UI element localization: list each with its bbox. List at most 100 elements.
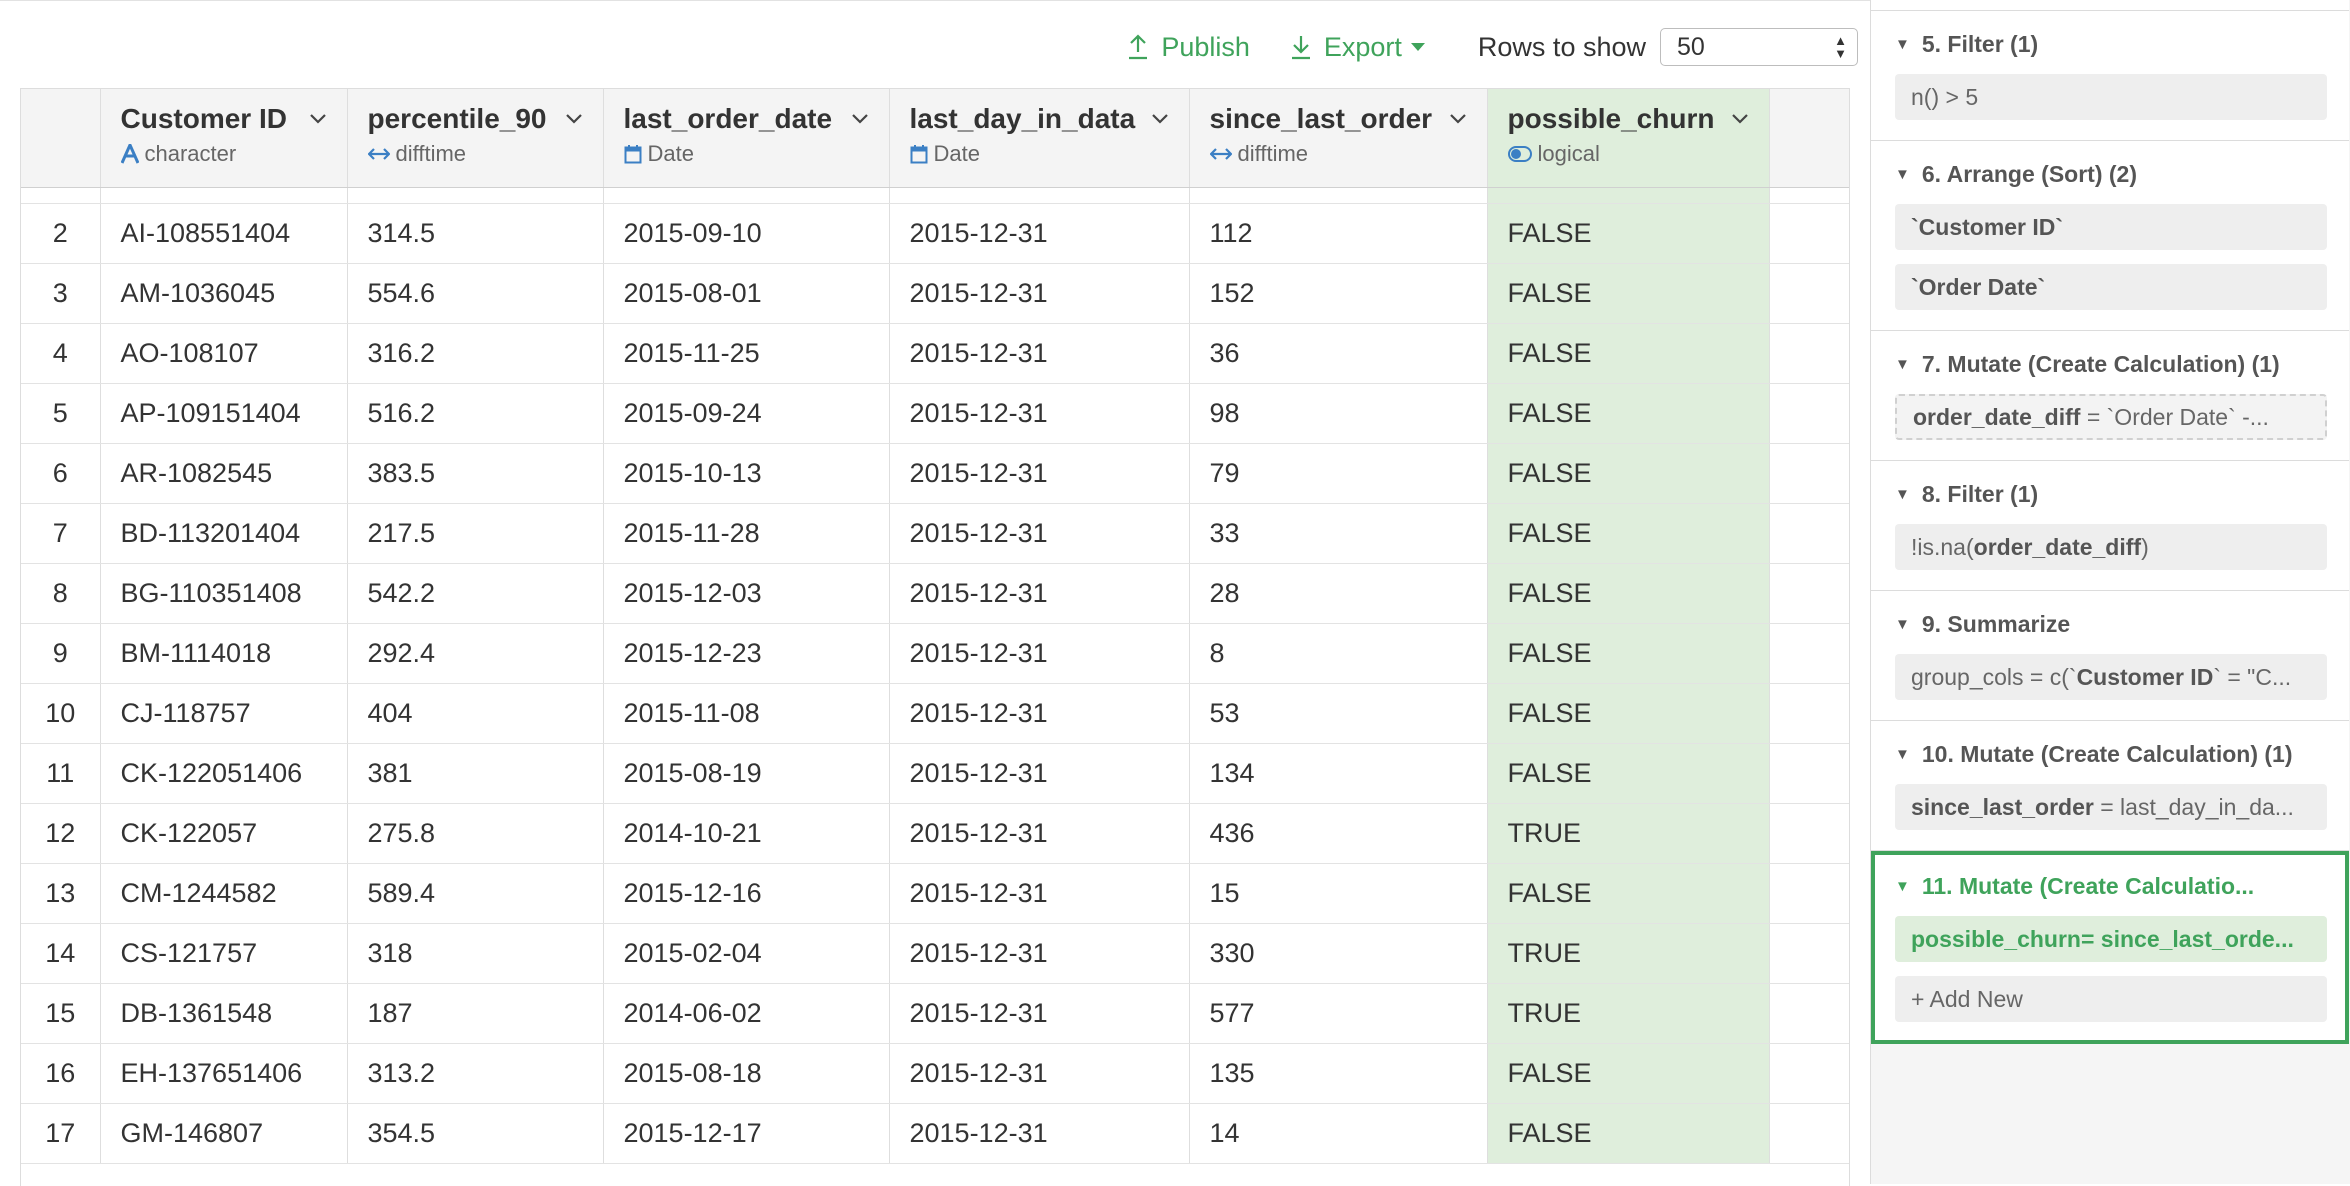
step-active[interactable]: ▼ 11. Mutate (Create Calculatio... possi… <box>1871 851 2349 1044</box>
table-cell[interactable]: FALSE <box>1487 1043 1770 1104</box>
table-cell[interactable]: 314.5 <box>347 203 604 264</box>
table-cell[interactable]: 436 <box>1189 803 1488 864</box>
step[interactable]: ▼ 8. Filter (1) !is.na(order_date_diff) <box>1871 461 2349 591</box>
step-command-chip[interactable]: since_last_order = last_day_in_da... <box>1895 784 2327 830</box>
table-cell[interactable]: BG-110351408 <box>100 563 348 624</box>
table-cell[interactable]: AR-1082545 <box>100 443 348 504</box>
table-cell[interactable]: 381 <box>347 743 604 804</box>
step-command-chip[interactable]: !is.na(order_date_diff) <box>1895 524 2327 570</box>
table-cell[interactable]: 2015-12-31 <box>889 1043 1190 1104</box>
column-header[interactable]: possible_churn logical <box>1487 89 1770 188</box>
step-title[interactable]: ▼ 8. Filter (1) <box>1895 481 2325 508</box>
table-cell[interactable]: FALSE <box>1487 563 1770 624</box>
step-title[interactable]: ▼ 6. Arrange (Sort) (2) <box>1895 161 2325 188</box>
step-command-chip[interactable]: n() > 5 <box>1895 74 2327 120</box>
step-title[interactable]: ▼ 5. Filter (1) <box>1895 31 2325 58</box>
table-cell[interactable]: 2015-10-13 <box>603 443 890 504</box>
table-cell[interactable]: 28 <box>1189 563 1488 624</box>
collapse-triangle-icon[interactable]: ▼ <box>1895 878 1910 895</box>
table-cell[interactable]: 217.5 <box>347 503 604 564</box>
table-cell[interactable]: 2015-12-31 <box>889 443 1190 504</box>
publish-button[interactable]: Publish <box>1127 32 1250 63</box>
table-cell[interactable]: 516.2 <box>347 383 604 444</box>
column-menu-chevron[interactable] <box>309 113 327 125</box>
table-cell[interactable]: EH-137651406 <box>100 1043 348 1104</box>
table-cell[interactable]: 2015-12-31 <box>889 503 1190 564</box>
table-cell[interactable]: 53 <box>1189 683 1488 744</box>
table-cell[interactable]: FALSE <box>1487 383 1770 444</box>
table-cell[interactable]: 2015-09-24 <box>603 383 890 444</box>
table-cell[interactable]: CK-122057 <box>100 803 348 864</box>
step-title[interactable]: ▼ 7. Mutate (Create Calculation) (1) <box>1895 351 2325 378</box>
table-cell[interactable]: 330 <box>1189 923 1488 984</box>
table-cell[interactable]: 318 <box>347 923 604 984</box>
table-cell[interactable]: 577 <box>1189 983 1488 1044</box>
table-cell[interactable]: FALSE <box>1487 743 1770 804</box>
table-cell[interactable]: 2015-12-31 <box>889 263 1190 324</box>
step-command-chip[interactable]: group_cols = c(` Customer ID ` = "C... <box>1895 654 2327 700</box>
table-cell[interactable]: 2015-12-16 <box>603 863 890 924</box>
table-cell[interactable]: 2015-09-10 <box>603 203 890 264</box>
table-cell[interactable]: FALSE <box>1487 203 1770 264</box>
collapse-triangle-icon[interactable]: ▼ <box>1895 746 1910 763</box>
step-command-chip[interactable]: possible_churn = since_last_orde... <box>1895 916 2327 962</box>
table-cell[interactable]: 313.2 <box>347 1043 604 1104</box>
column-header[interactable]: since_last_order difftime <box>1189 89 1488 188</box>
table-cell[interactable]: 112 <box>1189 203 1488 264</box>
column-menu-chevron[interactable] <box>1731 113 1749 125</box>
step-title[interactable]: ▼ 11. Mutate (Create Calculatio... <box>1895 873 2325 900</box>
table-cell[interactable]: FALSE <box>1487 683 1770 744</box>
table-cell[interactable]: FALSE <box>1487 623 1770 684</box>
table-cell[interactable]: 2015-08-19 <box>603 743 890 804</box>
step[interactable]: ▼ 7. Mutate (Create Calculation) (1) order… <box>1871 331 2349 461</box>
table-cell[interactable]: FALSE <box>1487 443 1770 504</box>
table-cell[interactable]: 135 <box>1189 1043 1488 1104</box>
table-cell[interactable]: 542.2 <box>347 563 604 624</box>
table-cell[interactable]: 2015-11-08 <box>603 683 890 744</box>
table-cell[interactable]: TRUE <box>1487 803 1770 864</box>
column-menu-chevron[interactable] <box>1151 113 1169 125</box>
table-cell[interactable]: AP-109151404 <box>100 383 348 444</box>
table-cell[interactable]: AO-108107 <box>100 323 348 384</box>
table-cell[interactable]: 2015-12-31 <box>889 383 1190 444</box>
table-cell[interactable]: 554.6 <box>347 263 604 324</box>
table-cell[interactable]: 36 <box>1189 323 1488 384</box>
table-cell[interactable]: FALSE <box>1487 503 1770 564</box>
table-cell[interactable]: 152 <box>1189 263 1488 324</box>
step-command-chip[interactable]: `Customer ID` <box>1895 204 2327 250</box>
table-cell[interactable]: 316.2 <box>347 323 604 384</box>
step-command-chip[interactable]: order_date_diff = `Order Date` -... <box>1895 394 2327 440</box>
table-cell[interactable]: BD-113201404 <box>100 503 348 564</box>
table-cell[interactable]: CS-121757 <box>100 923 348 984</box>
step-title[interactable]: ▼ 9. Summarize <box>1895 611 2325 638</box>
table-cell[interactable]: 8 <box>1189 623 1488 684</box>
column-header[interactable]: last_order_date Date <box>603 89 890 188</box>
rows-to-show-select[interactable]: 50 ▲ ▼ <box>1660 28 1858 66</box>
step[interactable]: ▼ 6. Arrange (Sort) (2) `Customer ID` `Orde… <box>1871 141 2349 331</box>
table-cell[interactable]: 2015-12-31 <box>889 803 1190 864</box>
table-cell[interactable]: AM-1036045 <box>100 263 348 324</box>
table-cell[interactable]: 2015-12-23 <box>603 623 890 684</box>
table-cell[interactable]: 2015-12-31 <box>889 323 1190 384</box>
table-cell[interactable]: GM-146807 <box>100 1103 348 1164</box>
table-cell[interactable]: 2015-12-31 <box>889 203 1190 264</box>
table-cell[interactable]: TRUE <box>1487 923 1770 984</box>
table-cell[interactable]: 2015-12-31 <box>889 683 1190 744</box>
table-cell[interactable]: 2015-12-17 <box>603 1103 890 1164</box>
column-menu-chevron[interactable] <box>565 113 583 125</box>
column-header[interactable]: last_day_in_data Date <box>889 89 1190 188</box>
table-cell[interactable]: 2015-12-03 <box>603 563 890 624</box>
table-cell[interactable]: 2014-10-21 <box>603 803 890 864</box>
export-button[interactable]: Export <box>1290 32 1438 63</box>
table-cell[interactable]: 2015-11-28 <box>603 503 890 564</box>
column-menu-chevron[interactable] <box>1449 113 1467 125</box>
column-header[interactable]: Customer ID character <box>100 89 348 188</box>
table-cell[interactable]: 79 <box>1189 443 1488 504</box>
table-cell[interactable]: 2015-12-31 <box>889 1103 1190 1164</box>
table-cell[interactable]: 187 <box>347 983 604 1044</box>
column-header[interactable]: percentile_90 difftime <box>347 89 604 188</box>
table-cell[interactable]: BM-1114018 <box>100 623 348 684</box>
table-cell[interactable]: AI-108551404 <box>100 203 348 264</box>
table-cell[interactable]: CJ-118757 <box>100 683 348 744</box>
table-cell[interactable]: 2015-12-31 <box>889 623 1190 684</box>
